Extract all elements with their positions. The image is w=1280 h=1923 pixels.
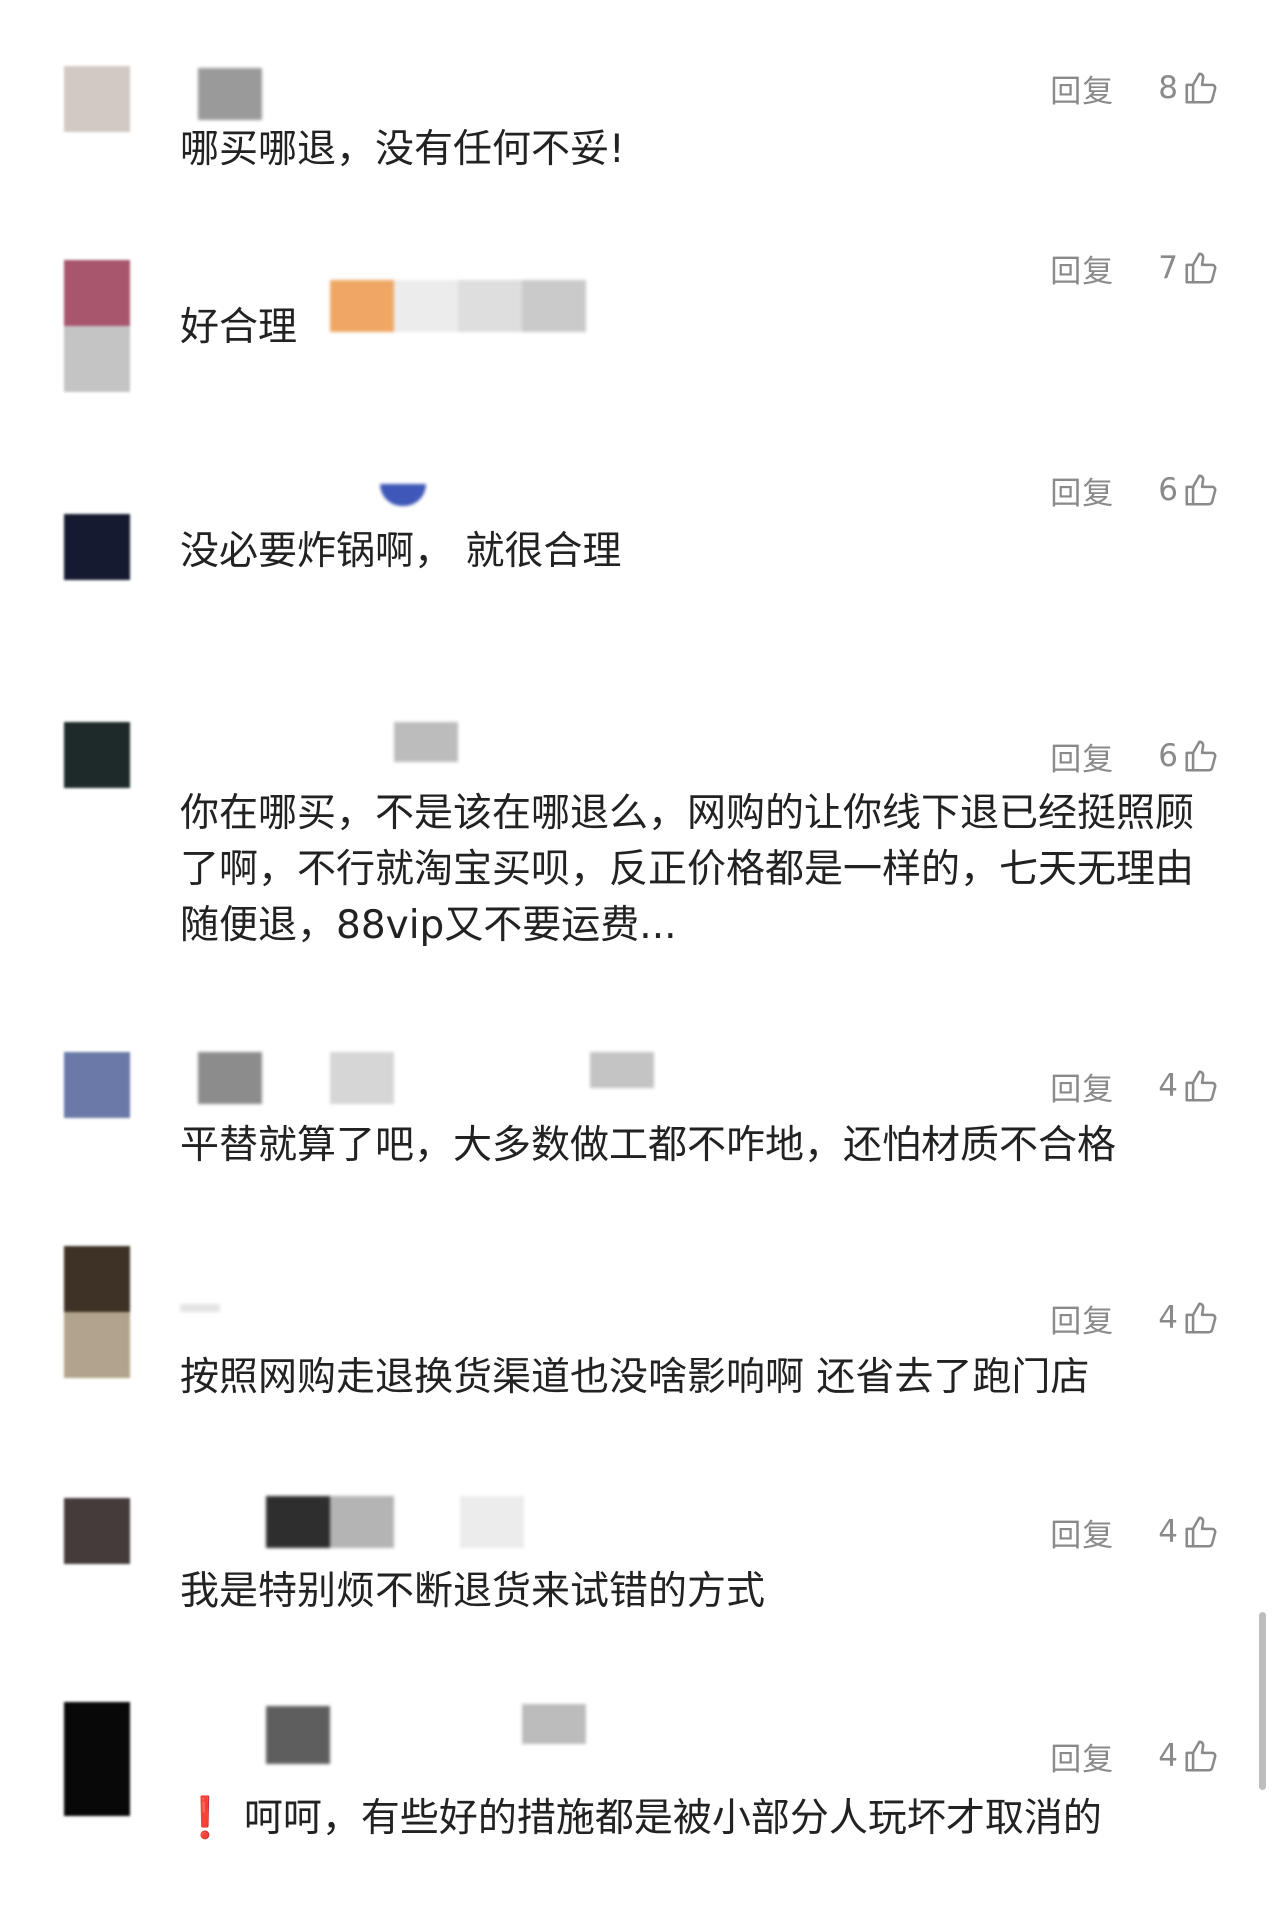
comment-text-content: 呵呵，有些好的措施都是被小部分人玩坏才取消的 — [243, 1796, 1102, 1841]
like-count: 4 — [1158, 1514, 1178, 1550]
like-button[interactable]: 4 — [1158, 1737, 1220, 1775]
like-count: 4 — [1158, 1068, 1178, 1104]
username-redacted[interactable] — [180, 56, 640, 122]
thumbs-up-icon[interactable] — [1182, 1067, 1220, 1105]
avatar[interactable] — [64, 236, 130, 392]
username-redacted[interactable] — [180, 1012, 654, 1104]
username-redacted[interactable] — [180, 1458, 640, 1548]
thumbs-up-icon[interactable] — [1182, 471, 1220, 509]
comment-text: 平替就算了吧，大多数做工都不咋地，还怕材质不合格 — [180, 1123, 1117, 1168]
comment-text: 你在哪买，不是该在哪退么，网购的让你线下退已经挺照顾了啊，不行就淘宝买呗，反正价… — [180, 791, 1195, 948]
comment-text: 没必要炸锅啊， 就很合理 — [180, 529, 622, 574]
comment-item: 回复 7 好合理 — [0, 236, 1280, 416]
comment-actions: 回复 4 — [1050, 1510, 1220, 1554]
comment-actions: 回复 4 — [1050, 1734, 1220, 1778]
scrollbar[interactable] — [1259, 1612, 1266, 1790]
comment-text: 按照网购走退换货渠道也没啥影响啊 还省去了跑门店 — [180, 1355, 1090, 1400]
like-count: 7 — [1158, 250, 1178, 286]
reply-button[interactable]: 回复 — [1050, 734, 1114, 779]
reply-button[interactable]: 回复 — [1050, 66, 1114, 111]
like-button[interactable]: 4 — [1158, 1299, 1220, 1337]
comment-actions: 回复 6 — [1050, 468, 1220, 512]
comment-actions: 回复 4 — [1050, 1296, 1220, 1340]
comment-item: 回复 4 按照网购走退换货渠道也没啥影响啊 还省去了跑门店 — [0, 1234, 1280, 1414]
like-button[interactable]: 6 — [1158, 737, 1220, 775]
like-count: 4 — [1158, 1738, 1178, 1774]
username-redacted[interactable] — [180, 458, 640, 524]
username-redacted[interactable] — [180, 236, 640, 332]
like-button[interactable]: 6 — [1158, 471, 1220, 509]
comment-item: 回复 4 平替就算了吧，大多数做工都不咋地，还怕材质不合格 — [0, 1012, 1280, 1192]
thumbs-up-icon[interactable] — [1182, 737, 1220, 775]
avatar[interactable] — [64, 1012, 130, 1144]
like-count: 6 — [1158, 738, 1178, 774]
avatar[interactable] — [64, 1234, 130, 1378]
like-button[interactable]: 7 — [1158, 249, 1220, 287]
avatar[interactable] — [64, 1682, 130, 1816]
username-redacted[interactable] — [180, 680, 640, 762]
comment-actions: 回复 7 — [1050, 246, 1220, 290]
thumbs-up-icon[interactable] — [1182, 1737, 1220, 1775]
like-count: 4 — [1158, 1300, 1178, 1336]
thumbs-up-icon[interactable] — [1182, 69, 1220, 107]
comment-actions: 回复 8 — [1050, 66, 1220, 110]
comment-text: 我是特别烦不断退货来试错的方式 — [180, 1569, 766, 1614]
avatar[interactable] — [64, 56, 130, 188]
like-count: 6 — [1158, 472, 1178, 508]
reply-button[interactable]: 回复 — [1050, 1064, 1114, 1109]
like-button[interactable]: 8 — [1158, 69, 1220, 107]
comment-item: 回复 4 我是特别烦不断退货来试错的方式 — [0, 1458, 1280, 1638]
comment-item: 回复 8 哪买哪退，没有任何不妥! — [0, 56, 1280, 236]
username-redacted[interactable] — [180, 1682, 640, 1764]
comment-actions: 回复 6 — [1050, 734, 1220, 778]
reply-button[interactable]: 回复 — [1050, 1734, 1114, 1779]
username-redacted[interactable] — [180, 1234, 640, 1312]
comment-item: 回复 6 你在哪买，不是该在哪退么，网购的让你线下退已经挺照顾了啊，不行就淘宝买… — [0, 680, 1280, 970]
comment-text: 哪买哪退，没有任何不妥! — [180, 127, 625, 172]
reply-button[interactable]: 回复 — [1050, 1296, 1114, 1341]
like-count: 8 — [1158, 70, 1178, 106]
avatar[interactable] — [64, 680, 130, 812]
thumbs-up-icon[interactable] — [1182, 1513, 1220, 1551]
avatar[interactable] — [64, 1458, 130, 1590]
reply-button[interactable]: 回复 — [1050, 246, 1114, 291]
avatar[interactable] — [64, 458, 130, 590]
like-button[interactable]: 4 — [1158, 1513, 1220, 1551]
comment-item: 回复 4 ❗ 呵呵，有些好的措施都是被小部分人玩坏才取消的 — [0, 1682, 1280, 1872]
reply-button[interactable]: 回复 — [1050, 1510, 1114, 1555]
comment-actions: 回复 4 — [1050, 1064, 1220, 1108]
exclamation-icon: ❗ — [180, 1795, 230, 1841]
thumbs-up-icon[interactable] — [1182, 1299, 1220, 1337]
comment-item: 回复 6 没必要炸锅啊， 就很合理 — [0, 458, 1280, 638]
thumbs-up-icon[interactable] — [1182, 249, 1220, 287]
comment-text: ❗ 呵呵，有些好的措施都是被小部分人玩坏才取消的 — [180, 1790, 1200, 1847]
like-button[interactable]: 4 — [1158, 1067, 1220, 1105]
reply-button[interactable]: 回复 — [1050, 468, 1114, 513]
comment-text: 好合理 — [180, 305, 298, 350]
